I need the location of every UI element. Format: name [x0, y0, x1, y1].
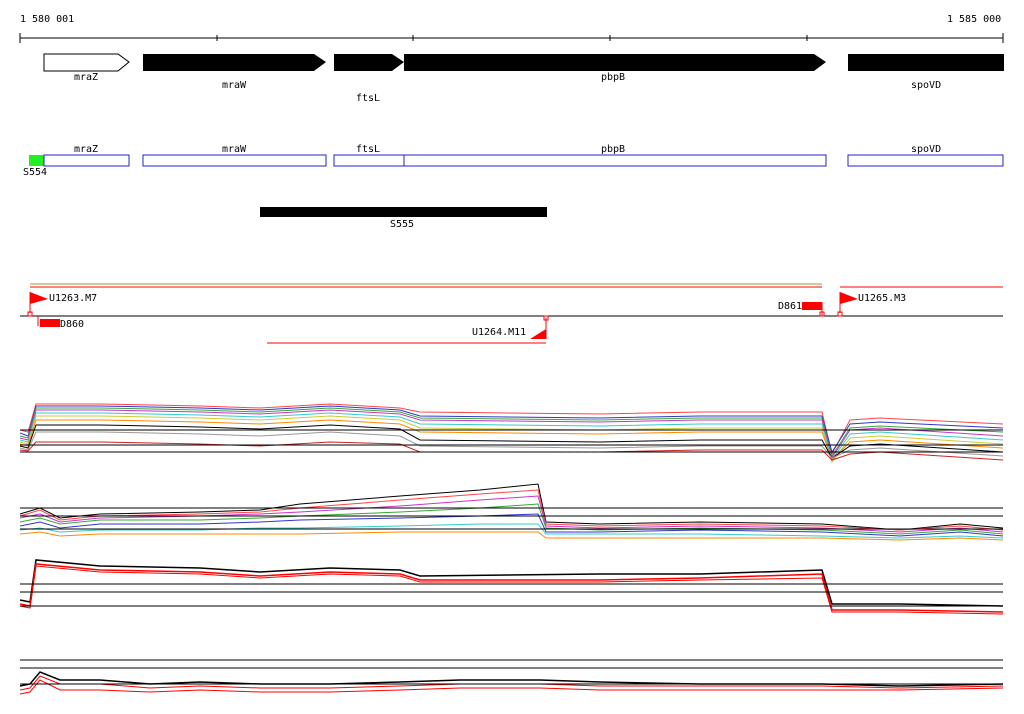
s555-bar[interactable] [260, 207, 547, 217]
gene-label-pbpB: pbpB [601, 72, 626, 83]
annotation-boxes-track [29, 154, 1004, 167]
annotation-label-spoVD: spoVD [911, 144, 942, 155]
s554-label: S554 [23, 167, 48, 178]
annotation-box-spoVD[interactable] [847, 154, 1004, 167]
annotation-box-mraZ[interactable] [43, 154, 130, 167]
gene-label-ftsL: ftsL [356, 93, 381, 104]
d860-label: D860 [60, 319, 85, 330]
annotation-label-mraW: mraW [222, 144, 247, 155]
u1263-flag[interactable] [27, 292, 48, 317]
coord-end-label: 1 585 000 [947, 14, 1002, 25]
gene-label-mraW: mraW [222, 80, 247, 91]
gene-arrow-mraZ[interactable] [43, 53, 130, 72]
u1265-label: U1265.M3 [858, 293, 907, 304]
gene-arrow-ftsL[interactable] [334, 54, 404, 71]
track-canvas [19, 33, 1004, 695]
gene-arrow-pbpB[interactable] [404, 54, 826, 71]
u1264-label: U1264.M11 [472, 327, 527, 338]
u1263-label: U1263.M7 [49, 293, 98, 304]
s554-marker[interactable] [29, 155, 44, 166]
annotation-box-pbpB[interactable] [403, 154, 827, 167]
expression-profile-4 [19, 659, 1004, 695]
genome-browser-view: 1 580 001 1 585 000 mraZ mraW ftsL pbpB … [0, 0, 1024, 714]
gene-arrow-mraW[interactable] [143, 54, 326, 71]
coordinate-ruler [19, 33, 1004, 43]
expression-profile-3 [19, 559, 1004, 615]
d860-marker[interactable] [37, 316, 60, 327]
u1265-flag[interactable] [837, 292, 858, 317]
coord-start-label: 1 580 001 [20, 14, 75, 25]
annotation-box-mraW[interactable] [142, 154, 327, 167]
annotation-label-ftsL: ftsL [356, 144, 381, 155]
annotation-label-mraZ: mraZ [74, 144, 99, 155]
d861-label: D861 [778, 301, 803, 312]
expression-profile-2 [19, 483, 1004, 541]
expression-profile-1 [19, 403, 1004, 464]
gene-arrows-track [43, 53, 1004, 72]
s555-label: S555 [390, 219, 415, 230]
gene-label-mraZ: mraZ [74, 72, 99, 83]
gene-label-spoVD: spoVD [911, 80, 942, 91]
gene-arrow-spoVD[interactable] [848, 54, 1004, 71]
d861-marker[interactable] [802, 302, 825, 317]
annotation-box-ftsL[interactable] [333, 154, 405, 167]
annotation-label-pbpB: pbpB [601, 144, 626, 155]
